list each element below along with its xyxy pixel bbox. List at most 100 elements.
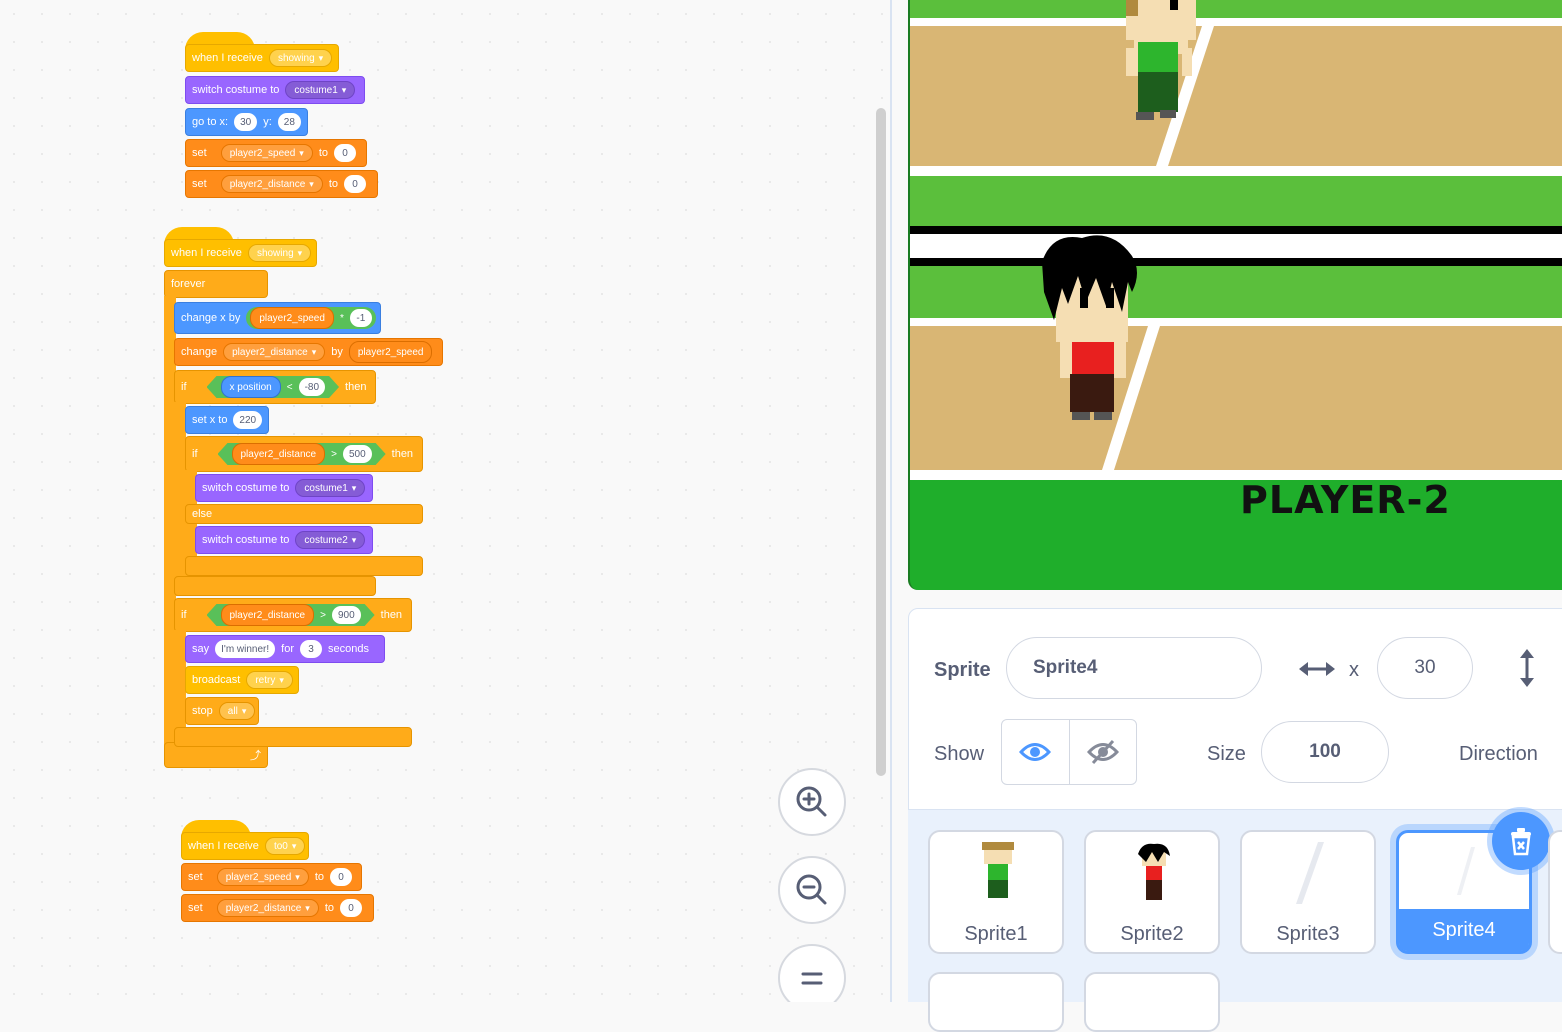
set-variable-block[interactable]: set player2_distance to 0 xyxy=(185,170,378,198)
value-input[interactable]: 220 xyxy=(233,411,262,429)
block-label: then xyxy=(391,448,414,460)
set-variable-block[interactable]: set player2_speed to 0 xyxy=(181,863,362,891)
y-input[interactable]: 28 xyxy=(277,113,301,131)
block-label: stop xyxy=(192,705,213,717)
broadcast-block[interactable]: broadcast retry xyxy=(185,666,299,694)
block-label: set xyxy=(188,871,203,883)
set-variable-block[interactable]: set player2_speed to 0 xyxy=(185,139,367,167)
value-input[interactable]: 0 xyxy=(344,175,367,193)
message-dropdown[interactable]: showing xyxy=(268,49,333,67)
block-label: when I receive xyxy=(192,52,263,64)
costume-dropdown[interactable]: costume2 xyxy=(295,531,366,549)
sprite-tile[interactable]: Sprite3 xyxy=(1240,830,1376,954)
change-x-block[interactable]: change x by player2_speed * -1 xyxy=(174,302,381,334)
change-variable-block[interactable]: change player2_distance by player2_speed xyxy=(174,338,443,366)
operator-symbol: > xyxy=(320,609,326,621)
operator-symbol: * xyxy=(339,312,344,324)
greater-than-operator[interactable]: player2_distance > 500 xyxy=(218,443,386,465)
variable-reporter[interactable]: player2_speed xyxy=(348,341,433,363)
greater-than-operator[interactable]: player2_distance > 900 xyxy=(207,604,375,626)
loop-arrow-icon: ⤴ xyxy=(250,750,261,762)
sprite-name: Sprite4 xyxy=(1399,909,1529,951)
less-than-operator[interactable]: x position < -80 xyxy=(207,376,340,398)
stop-option-dropdown[interactable]: all xyxy=(218,702,256,720)
message-dropdown[interactable]: to0 xyxy=(264,837,306,855)
operator-symbol: > xyxy=(331,448,337,460)
block-label: set xyxy=(188,902,203,914)
variable-reporter[interactable]: player2_distance xyxy=(232,443,326,465)
sprite-tile-partial[interactable] xyxy=(1548,830,1562,954)
seconds-input[interactable]: 3 xyxy=(300,640,323,658)
show-button[interactable] xyxy=(1002,720,1070,784)
sprite-thumbnail xyxy=(1457,847,1475,895)
runner-sprite-2 xyxy=(1042,235,1137,420)
set-x-block[interactable]: set x to 220 xyxy=(185,406,269,434)
block-label: for xyxy=(281,643,295,655)
variable-reporter[interactable]: player2_speed xyxy=(250,307,334,329)
message-input[interactable]: I'm winner! xyxy=(215,640,276,658)
sprite-thumbnail xyxy=(982,842,1014,898)
say-for-secs-block[interactable]: say I'm winner! for 3 seconds xyxy=(185,635,385,663)
x-position-reporter[interactable]: x position xyxy=(221,376,281,398)
switch-costume-block[interactable]: switch costume to costume2 xyxy=(195,526,373,554)
when-i-receive-block[interactable]: when I receive showing xyxy=(164,239,317,267)
variable-dropdown[interactable]: player2_distance xyxy=(216,899,319,917)
forever-block[interactable]: forever xyxy=(164,270,268,298)
sprite-tile-partial[interactable] xyxy=(1084,972,1220,1032)
costume-dropdown[interactable]: costume1 xyxy=(285,81,356,99)
when-i-receive-block[interactable]: when I receive to0 xyxy=(181,832,309,860)
visibility-toggle xyxy=(1001,719,1137,785)
x-label: x xyxy=(1349,659,1359,681)
value-input[interactable]: 0 xyxy=(340,899,363,917)
hide-button[interactable] xyxy=(1070,720,1137,784)
block-label: set xyxy=(192,178,207,190)
variable-dropdown[interactable]: player2_speed xyxy=(220,144,313,162)
stage-player-label: PLAYER-2 xyxy=(1240,478,1451,522)
block-label: change x by xyxy=(181,312,241,324)
value-input[interactable]: -80 xyxy=(299,378,325,396)
when-i-receive-block[interactable]: when I receive showing xyxy=(185,44,339,72)
sprite-tile[interactable]: Sprite1 xyxy=(928,830,1064,954)
set-variable-block[interactable]: set player2_distance to 0 xyxy=(181,894,374,922)
block-label: say xyxy=(192,643,210,655)
if-bottom xyxy=(174,727,412,747)
x-input[interactable]: 30 xyxy=(234,113,258,131)
switch-costume-block[interactable]: switch costume to costume1 xyxy=(185,76,365,104)
if-else-block[interactable]: if player2_distance > 500 then xyxy=(185,436,423,472)
block-label: y: xyxy=(263,116,272,128)
zoom-in-button[interactable] xyxy=(778,768,846,836)
sprite-name-input[interactable]: Sprite4 xyxy=(1006,637,1262,699)
block-label: switch costume to xyxy=(202,482,290,494)
if-bottom xyxy=(174,576,376,596)
value-input[interactable]: -1 xyxy=(349,309,372,327)
stop-block[interactable]: stop all xyxy=(185,697,259,725)
variable-dropdown[interactable]: player2_distance xyxy=(220,175,323,193)
if-block[interactable]: if x position < -80 then xyxy=(174,370,376,404)
multiply-operator[interactable]: player2_speed * -1 xyxy=(246,307,376,329)
sprite-tile[interactable]: Sprite2 xyxy=(1084,830,1220,954)
stage[interactable] xyxy=(908,0,1562,590)
block-label: to xyxy=(314,871,325,883)
zoom-out-button[interactable] xyxy=(778,856,846,924)
sprite-tile-partial[interactable] xyxy=(928,972,1064,1032)
size-label: Size xyxy=(1207,743,1246,765)
variable-dropdown[interactable]: player2_distance xyxy=(223,343,326,361)
size-input[interactable]: 100 xyxy=(1261,721,1389,783)
value-input[interactable]: 0 xyxy=(330,868,353,886)
value-input[interactable]: 0 xyxy=(334,144,357,162)
code-area[interactable]: when I receive showing switch costume to… xyxy=(0,0,890,1002)
code-scrollbar[interactable] xyxy=(876,108,886,776)
value-input[interactable]: 900 xyxy=(332,606,361,624)
x-position-input[interactable]: 30 xyxy=(1377,637,1473,699)
message-dropdown[interactable]: showing xyxy=(247,244,312,262)
go-to-xy-block[interactable]: go to x: 30 y: 28 xyxy=(185,108,308,136)
variable-dropdown[interactable]: player2_speed xyxy=(216,868,309,886)
if-block[interactable]: if player2_distance > 900 then xyxy=(174,598,412,632)
message-dropdown[interactable]: retry xyxy=(246,671,293,689)
switch-costume-block[interactable]: switch costume to costume1 xyxy=(195,474,373,502)
variable-reporter[interactable]: player2_distance xyxy=(221,604,315,626)
value-input[interactable]: 500 xyxy=(343,445,372,463)
costume-dropdown[interactable]: costume1 xyxy=(295,479,366,497)
sprite-thumbnail xyxy=(1138,843,1170,900)
delete-sprite-button[interactable] xyxy=(1492,812,1550,870)
